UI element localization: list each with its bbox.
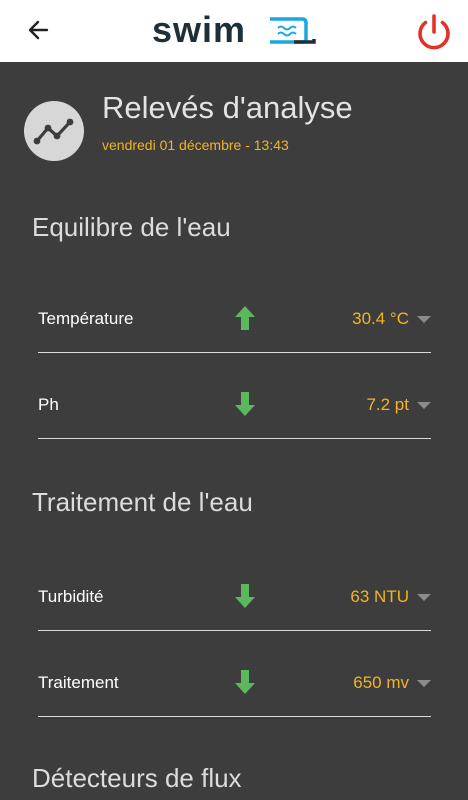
- section-title-traitement: Traitement de l'eau: [32, 487, 253, 517]
- measurement-label: Traitement: [38, 673, 119, 692]
- top-bar: swim: [0, 0, 468, 62]
- measurement-row-traitement[interactable]: Traitement 650 mv: [38, 655, 431, 717]
- arrow-left-icon[interactable]: [22, 13, 56, 47]
- caret-down-icon[interactable]: [417, 680, 431, 687]
- caret-down-icon[interactable]: [417, 594, 431, 601]
- measurement-label: Ph: [38, 395, 59, 414]
- arrow-down-icon: [235, 670, 255, 694]
- measurement-value: 30.4 °C: [352, 309, 409, 328]
- swim-logo: swim: [152, 9, 316, 49]
- caret-down-icon[interactable]: [417, 402, 431, 409]
- measurement-label: Température: [38, 309, 134, 328]
- content-area: Relevés d'analyse vendredi 01 décembre -…: [0, 62, 468, 800]
- measurement-row-turbidite[interactable]: Turbidité 63 NTU: [38, 569, 431, 631]
- measurement-row-temperature[interactable]: Température 30.4 °C: [38, 291, 431, 353]
- page-title: Relevés d'analyse: [102, 90, 353, 125]
- measurement-value: 7.2 pt: [366, 395, 409, 414]
- arrow-up-icon: [235, 306, 255, 330]
- caret-down-icon[interactable]: [417, 316, 431, 323]
- measurement-value: 63 NTU: [350, 587, 409, 606]
- arrow-down-icon: [235, 584, 255, 608]
- section-title-equilibre: Equilibre de l'eau: [32, 212, 231, 242]
- measurement-row-ph[interactable]: Ph 7.2 pt: [38, 377, 431, 439]
- power-icon[interactable]: [412, 10, 456, 54]
- analysis-date: vendredi 01 décembre - 13:43: [102, 137, 289, 153]
- trend-line-icon: [33, 118, 74, 145]
- measurement-label: Turbidité: [38, 587, 104, 606]
- arrow-down-icon: [235, 392, 255, 416]
- measurement-value: 650 mv: [353, 673, 409, 692]
- section-title-detecteurs: Détecteurs de flux: [32, 763, 242, 793]
- logo-text: swim: [152, 9, 246, 49]
- analysis-avatar: [24, 101, 84, 161]
